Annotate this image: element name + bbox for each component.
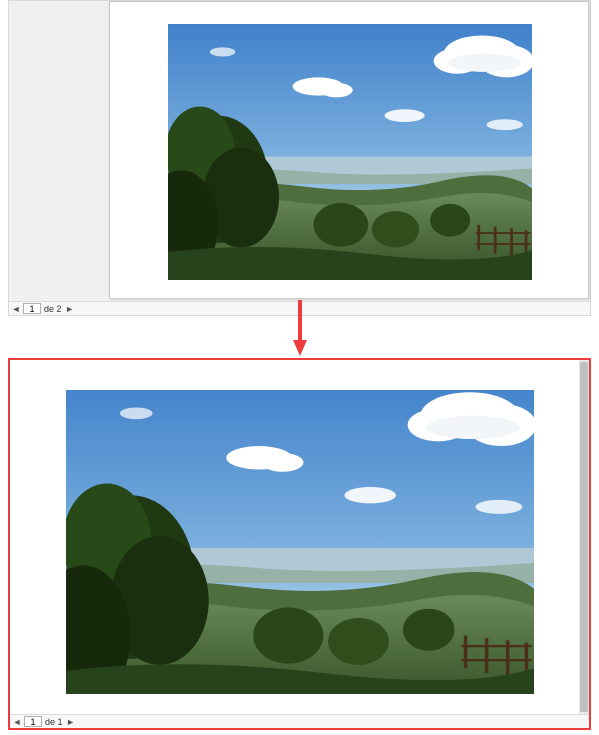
prev-page-button[interactable]: ◄ — [12, 716, 22, 728]
landscape-photo — [168, 24, 532, 280]
scrollbar-thumb[interactable] — [580, 362, 588, 712]
preview-panel-after: ⇩ ◄ 1 de 1 ► — [8, 358, 591, 730]
vertical-scrollbar[interactable]: ⇩ — [579, 360, 589, 716]
page-navigator: ◄ 1 de 2 ► — [9, 301, 590, 315]
page-count-label: de 1 — [44, 717, 64, 727]
page-number-input[interactable]: 1 — [24, 716, 42, 727]
preview-panel-before: ◄ 1 de 2 ► — [8, 0, 591, 316]
landscape-photo — [66, 390, 534, 694]
document-page: ⇩ — [10, 360, 589, 716]
next-page-button[interactable]: ► — [66, 716, 76, 728]
next-page-button[interactable]: ► — [65, 303, 75, 315]
page-navigator: ◄ 1 de 1 ► — [10, 714, 589, 728]
document-page — [109, 1, 589, 299]
prev-page-button[interactable]: ◄ — [11, 303, 21, 315]
page-count-label: de 2 — [43, 304, 63, 314]
page-number-input[interactable]: 1 — [23, 303, 41, 314]
